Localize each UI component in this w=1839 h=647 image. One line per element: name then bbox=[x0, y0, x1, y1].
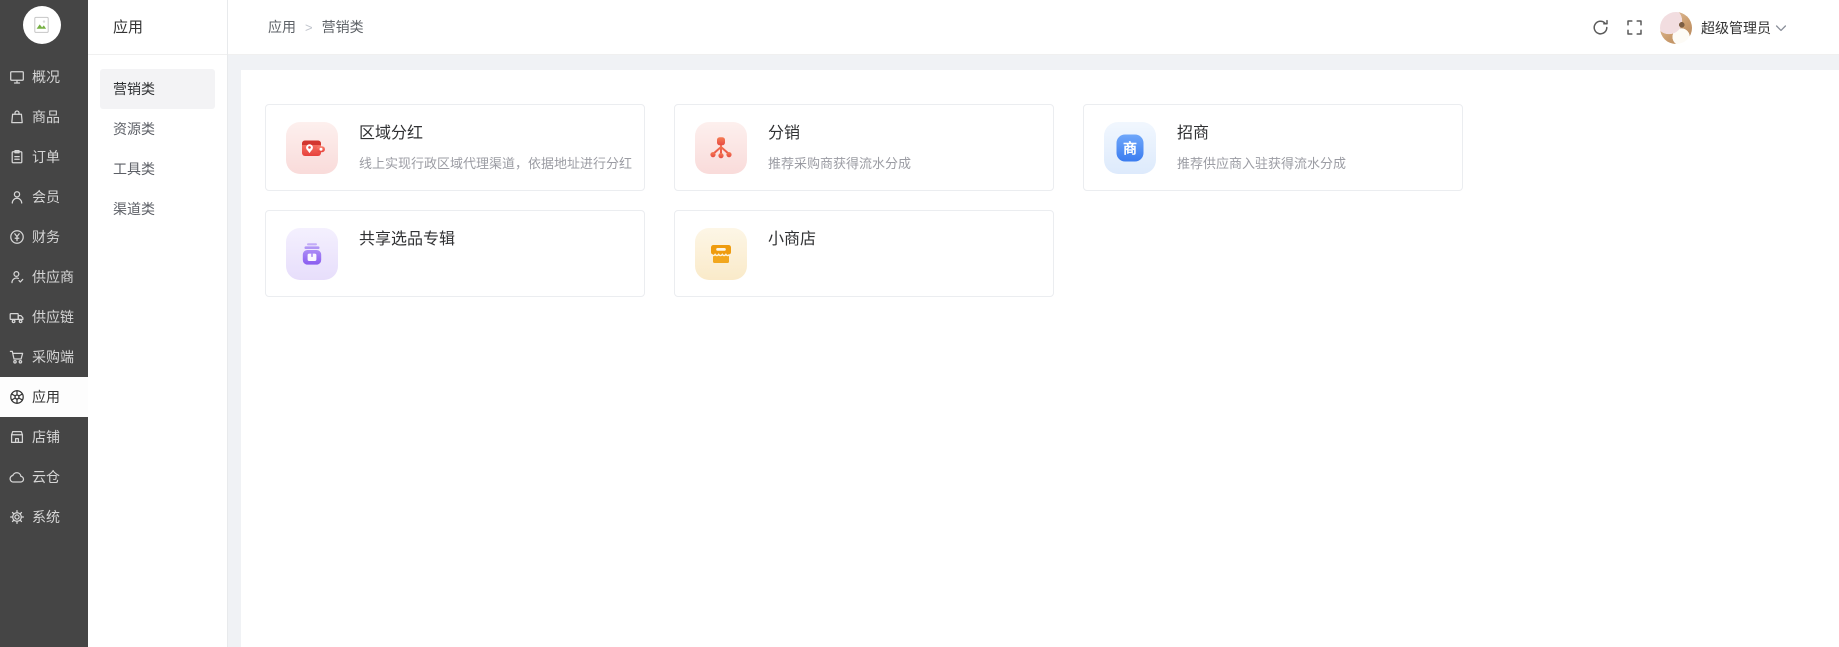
sidebar-item-system[interactable]: 系统 bbox=[0, 497, 88, 537]
monitor-icon bbox=[9, 69, 25, 85]
bag-icon bbox=[9, 109, 25, 125]
breadcrumb-separator: > bbox=[305, 19, 313, 35]
sidebar-item-label: 云仓 bbox=[32, 469, 60, 485]
app-card-title: 招商 bbox=[1177, 124, 1210, 142]
sidebar-item-label: 供应商 bbox=[32, 269, 74, 285]
sidebar-item-label: 应用 bbox=[32, 389, 60, 405]
user-name: 超级管理员 bbox=[1701, 19, 1771, 36]
person-check-icon bbox=[9, 269, 25, 285]
gear-icon bbox=[9, 509, 25, 525]
app-card-small-shop[interactable]: 小商店 bbox=[674, 210, 1054, 297]
sidebar-item-label: 供应链 bbox=[32, 309, 74, 325]
yen-coin-icon bbox=[9, 229, 25, 245]
sidebar-item-goods[interactable]: 商品 bbox=[0, 97, 88, 137]
submenu-item-resources[interactable]: 资源类 bbox=[100, 109, 215, 149]
storefront-icon bbox=[695, 227, 747, 280]
user-menu-trigger[interactable]: 超级管理员 bbox=[1660, 11, 1787, 44]
secondary-menu: 营销类 资源类 工具类 渠道类 bbox=[88, 55, 227, 229]
sidebar-item-overview[interactable]: 概况 bbox=[0, 57, 88, 97]
sidebar-item-label: 商品 bbox=[32, 109, 60, 125]
sidebar-item-finance[interactable]: 财务 bbox=[0, 217, 88, 257]
broken-image-icon bbox=[34, 16, 49, 33]
app-card-distribution[interactable]: 分销 推荐采购商获得流水分成 bbox=[674, 104, 1054, 191]
sidebar-item-supplier[interactable]: 供应商 bbox=[0, 257, 88, 297]
cloud-icon bbox=[9, 469, 25, 485]
app-card-merchant-recruitment[interactable]: 商 招商 推荐供应商入驻获得流水分成 bbox=[1083, 104, 1463, 191]
sidebar-item-label: 订单 bbox=[32, 149, 60, 165]
sidebar-item-label: 系统 bbox=[32, 509, 60, 525]
wallet-pin-icon bbox=[286, 121, 338, 174]
network-tree-icon bbox=[695, 121, 747, 174]
breadcrumb-item-apps[interactable]: 应用 bbox=[268, 17, 296, 37]
sidebar-item-orders[interactable]: 订单 bbox=[0, 137, 88, 177]
app-card-desc: 推荐采购商获得流水分成 bbox=[768, 155, 912, 171]
submenu-item-channels[interactable]: 渠道类 bbox=[100, 189, 215, 229]
secondary-sidebar-title: 应用 bbox=[88, 0, 227, 55]
primary-sidebar: 概况 商品 订单 会员 财务 供应商 供应链 采购端 应用 店铺 云仓 系统 bbox=[0, 0, 88, 647]
album-box-icon bbox=[286, 227, 338, 280]
sidebar-item-procurement[interactable]: 采购端 bbox=[0, 337, 88, 377]
sidebar-item-label: 会员 bbox=[32, 189, 60, 205]
user-avatar bbox=[1660, 11, 1692, 44]
cart-icon bbox=[9, 349, 25, 365]
apps-wheel-icon bbox=[9, 389, 25, 405]
sidebar-item-label: 店铺 bbox=[32, 429, 60, 445]
chevron-down-icon bbox=[1775, 22, 1787, 34]
content-panel: 区域分红 线上实现行政区域代理渠道，依据地址进行分红 分销 推荐采购商获得流水分… bbox=[241, 70, 1839, 647]
sidebar-item-label: 概况 bbox=[32, 69, 60, 85]
app-card-title: 共享选品专辑 bbox=[359, 230, 456, 248]
breadcrumb: 应用 > 营销类 bbox=[268, 17, 364, 37]
clipboard-icon bbox=[9, 149, 25, 165]
sidebar-item-label: 采购端 bbox=[32, 349, 74, 365]
app-card-title: 区域分红 bbox=[359, 124, 424, 142]
svg-text:商: 商 bbox=[1123, 140, 1137, 156]
secondary-sidebar: 应用 营销类 资源类 工具类 渠道类 bbox=[88, 0, 228, 647]
app-card-regional-dividend[interactable]: 区域分红 线上实现行政区域代理渠道，依据地址进行分红 bbox=[265, 104, 645, 191]
sidebar-item-supply-chain[interactable]: 供应链 bbox=[0, 297, 88, 337]
sidebar-item-label: 财务 bbox=[32, 229, 60, 245]
sidebar-item-apps[interactable]: 应用 bbox=[0, 377, 88, 417]
app-card-desc: 线上实现行政区域代理渠道，依据地址进行分红 bbox=[359, 155, 633, 171]
topbar: 应用 > 营销类 超级管理员 bbox=[228, 0, 1839, 55]
truck-icon bbox=[9, 309, 25, 325]
storefront-line-icon bbox=[9, 429, 25, 445]
merchant-badge-icon: 商 bbox=[1104, 121, 1156, 174]
sidebar-item-cloud-warehouse[interactable]: 云仓 bbox=[0, 457, 88, 497]
submenu-item-tools[interactable]: 工具类 bbox=[100, 149, 215, 189]
fullscreen-icon[interactable] bbox=[1626, 19, 1643, 36]
app-card-title: 小商店 bbox=[768, 230, 817, 248]
app-card-shared-selection-album[interactable]: 共享选品专辑 bbox=[265, 210, 645, 297]
main-region: 应用 > 营销类 超级管理员 区域分红 线上实现行政区域代理渠道，依据地址进行分… bbox=[228, 0, 1839, 647]
refresh-icon[interactable] bbox=[1592, 19, 1609, 36]
app-logo bbox=[23, 6, 61, 44]
sidebar-item-shops[interactable]: 店铺 bbox=[0, 417, 88, 457]
breadcrumb-item-marketing: 营销类 bbox=[321, 19, 364, 35]
submenu-item-marketing[interactable]: 营销类 bbox=[100, 69, 215, 109]
person-icon bbox=[9, 189, 25, 205]
app-card-grid: 区域分红 线上实现行政区域代理渠道，依据地址进行分红 分销 推荐采购商获得流水分… bbox=[241, 70, 1839, 297]
topbar-right: 超级管理员 bbox=[1592, 0, 1787, 55]
app-card-desc: 推荐供应商入驻获得流水分成 bbox=[1177, 155, 1347, 171]
app-card-title: 分销 bbox=[768, 124, 801, 142]
primary-menu: 概况 商品 订单 会员 财务 供应商 供应链 采购端 应用 店铺 云仓 系统 bbox=[0, 57, 88, 537]
sidebar-item-members[interactable]: 会员 bbox=[0, 177, 88, 217]
